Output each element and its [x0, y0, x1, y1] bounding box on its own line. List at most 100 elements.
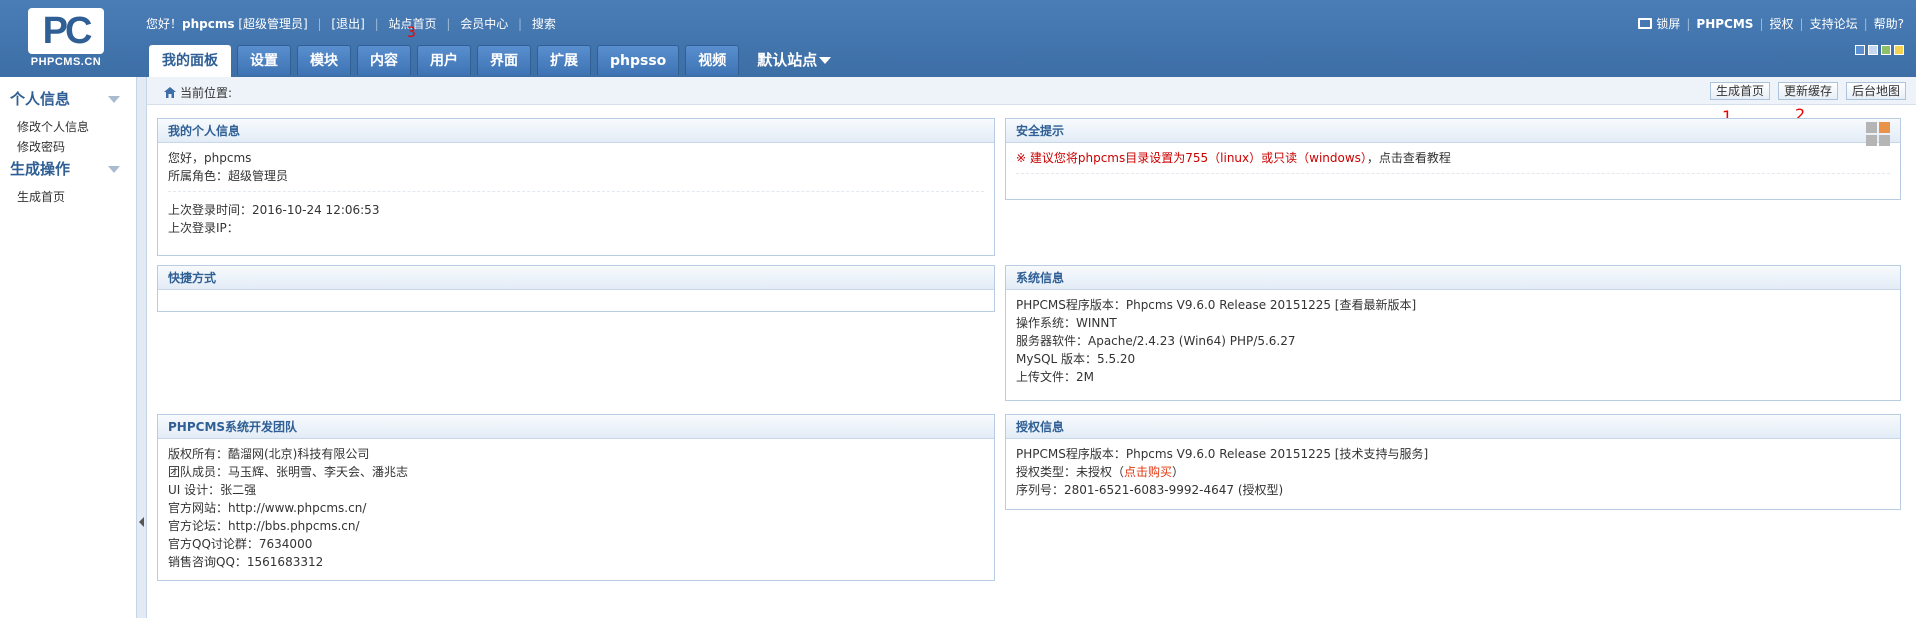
logo-mark: PC — [28, 8, 104, 54]
sidebar-section-personal[interactable]: 个人信息 — [0, 87, 136, 111]
section-title: 个人信息 — [10, 90, 71, 108]
panel-body: 版权所有：酷溜网(北京)科技有限公司 团队成员：马玉辉、张明雪、李天会、潘兆志 … — [158, 439, 994, 577]
separator: | — [1686, 16, 1691, 31]
panel-body: ※ 建议您将phpcms目录设置为755（linux）或只读（windows），… — [1006, 143, 1900, 189]
home-icon[interactable] — [164, 87, 176, 98]
grid-cell — [1866, 122, 1877, 133]
grid-cell — [1866, 135, 1877, 146]
info-line: 版权所有：酷溜网(北京)科技有限公司 — [168, 447, 370, 461]
tab-phpsso[interactable]: phpsso — [597, 45, 680, 75]
info-line: PHPCMS程序版本：Phpcms V9.6.0 Release 2015122… — [1016, 298, 1417, 312]
user-bar: 您好！phpcms [超级管理员] | [退出] | 站点首页 | 会员中心 |… — [146, 15, 556, 32]
site-select-dropdown[interactable]: 默认站点 — [745, 45, 843, 75]
phpcms-link[interactable]: PHPCMS — [1696, 17, 1753, 31]
main-content: 当前位置: 生成首页 更新缓存 后台地图 1 2 我的个人信息 您好，phpcm… — [147, 77, 1916, 618]
forum-url-link[interactable]: 官方论坛：http://bbs.phpcms.cn/ — [168, 517, 984, 535]
buy-link[interactable]: 点击购买 — [1124, 465, 1172, 479]
tab-modules[interactable]: 模块 — [297, 45, 351, 75]
panel-title: PHPCMS系统开发团队 — [158, 415, 994, 439]
phpcms-logo[interactable]: PC PHPCMS.CN — [22, 8, 110, 72]
generate-home-button[interactable]: 生成首页 — [1709, 82, 1770, 100]
sidebar-section-generate[interactable]: 生成操作 — [0, 157, 136, 181]
separator: | — [317, 17, 322, 31]
separator: | — [374, 17, 379, 31]
panel-license: 授权信息 PHPCMS程序版本：Phpcms V9.6.0 Release 20… — [1005, 414, 1901, 510]
monitor-icon — [1638, 18, 1653, 29]
skin-green[interactable] — [1881, 45, 1891, 55]
tab-extensions[interactable]: 扩展 — [537, 45, 591, 75]
update-cache-button[interactable]: 更新缓存 — [1777, 82, 1838, 100]
sidebar-item-generate-home[interactable]: 生成首页 — [0, 187, 136, 207]
panel-title: 授权信息 — [1006, 415, 1900, 439]
info-line: 官方QQ讨论群：7634000 — [168, 537, 313, 551]
grid-cell — [1879, 122, 1890, 133]
lock-screen-link[interactable]: 锁屏 — [1656, 15, 1680, 32]
tutorial-link[interactable]: ，点击查看教程 — [1367, 151, 1451, 165]
panel-title: 快捷方式 — [158, 266, 994, 290]
panel-shortcuts: 快捷方式 — [157, 265, 995, 312]
skin-switcher — [1855, 45, 1904, 55]
sidebar: 个人信息 修改个人信息 修改密码 生成操作 生成首页 — [0, 77, 137, 618]
skin-yellow[interactable] — [1894, 45, 1904, 55]
tab-my-panel[interactable]: 我的面板 — [149, 45, 231, 77]
skin-light[interactable] — [1868, 45, 1878, 55]
tab-video[interactable]: 视频 — [685, 45, 740, 75]
breadcrumb-bar: 当前位置: 生成首页 更新缓存 后台地图 — [147, 77, 1916, 105]
grid-icon[interactable] — [1866, 122, 1890, 146]
info-line: PHPCMS程序版本：Phpcms V9.6.0 Release 2015122… — [1016, 447, 1429, 461]
forum-link[interactable]: 支持论坛 — [1810, 15, 1858, 32]
main-nav: 我的面板 设置 模块 内容 用户 界面 扩展 phpsso 视频 默认站点 — [149, 45, 843, 77]
sidebar-item-edit-profile[interactable]: 修改个人信息 — [0, 117, 136, 137]
license-link[interactable]: 授权 — [1770, 15, 1794, 32]
panel-body: 您好，phpcms 所属角色：超级管理员 上次登录时间：2016-10-24 1… — [158, 143, 994, 243]
annotation-3: 3 — [407, 25, 416, 41]
chevron-down-icon[interactable] — [108, 166, 120, 173]
collapse-arrow-icon[interactable] — [139, 517, 144, 527]
greeting: 您好！ — [146, 17, 183, 31]
logout-link[interactable]: [退出] — [331, 17, 364, 31]
panel-title: 安全提示 — [1006, 119, 1900, 143]
separator: | — [1863, 16, 1868, 31]
tab-content[interactable]: 内容 — [357, 45, 411, 75]
serial-number: 序列号：2801-6521-6083-9992-4647 (授权型) — [1016, 483, 1284, 497]
member-center-link[interactable]: 会员中心 — [460, 17, 508, 31]
panel-body: PHPCMS程序版本：Phpcms V9.6.0 Release 2015122… — [1006, 290, 1900, 392]
security-warning: ※ 建议您将phpcms目录设置为755（linux）或只读（windows） — [1016, 151, 1367, 165]
search-link[interactable]: 搜索 — [532, 17, 556, 31]
info-line: 团队成员：马玉辉、张明雪、李天会、潘兆志 — [168, 465, 409, 479]
separator: | — [518, 17, 523, 31]
user-role: [超级管理员] — [238, 17, 308, 31]
logo-text: PHPCMS.CN — [30, 56, 102, 68]
tab-settings[interactable]: 设置 — [237, 45, 291, 75]
section-title: 生成操作 — [10, 160, 71, 178]
sidebar-item-change-password[interactable]: 修改密码 — [0, 137, 136, 157]
breadcrumb-label: 当前位置: — [180, 86, 233, 100]
info-line: MySQL 版本：5.5.20 — [1016, 352, 1136, 366]
panel-team: PHPCMS系统开发团队 版权所有：酷溜网(北京)科技有限公司 团队成员：马玉辉… — [157, 414, 995, 581]
info-line: 您好，phpcms — [168, 151, 252, 165]
help-link[interactable]: 帮助? — [1874, 15, 1904, 32]
license-type: 授权类型：未授权（点击购买） — [1016, 463, 1890, 481]
admin-map-button[interactable]: 后台地图 — [1845, 82, 1906, 100]
panel-title: 我的个人信息 — [158, 119, 994, 143]
info-line: 上传文件：2M — [1016, 370, 1094, 384]
top-header: PC PHPCMS.CN 您好！phpcms [超级管理员] | [退出] | … — [0, 0, 1916, 77]
tab-interface[interactable]: 界面 — [477, 45, 531, 75]
website-link[interactable]: 官方网站：http://www.phpcms.cn/ — [168, 499, 984, 517]
panel-body: PHPCMS程序版本：Phpcms V9.6.0 Release 2015122… — [1006, 439, 1900, 505]
info-line: UI 设计：张二强 — [168, 483, 257, 497]
panel-title: 系统信息 — [1006, 266, 1900, 290]
skin-blue[interactable] — [1855, 45, 1865, 55]
panel-security: 安全提示 ※ 建议您将phpcms目录设置为755（linux）或只读（wind… — [1005, 118, 1901, 200]
info-line: 所属角色：超级管理员 — [168, 169, 289, 183]
chevron-down-icon[interactable] — [108, 96, 120, 103]
tab-users[interactable]: 用户 — [417, 45, 471, 75]
separator: | — [446, 17, 451, 31]
info-line: 销售咨询QQ：1561683312 — [168, 555, 324, 569]
info-line: 服务器软件：Apache/2.4.23 (Win64) PHP/5.6.27 — [1016, 334, 1296, 348]
quick-buttons: 生成首页 更新缓存 后台地图 — [1709, 82, 1906, 100]
top-right-links: 锁屏 | PHPCMS | 授权 | 支持论坛 | 帮助? — [1638, 15, 1904, 32]
sidebar-collapse-bar[interactable] — [137, 77, 147, 618]
username: phpcms — [182, 17, 235, 31]
separator: | — [1759, 16, 1764, 31]
